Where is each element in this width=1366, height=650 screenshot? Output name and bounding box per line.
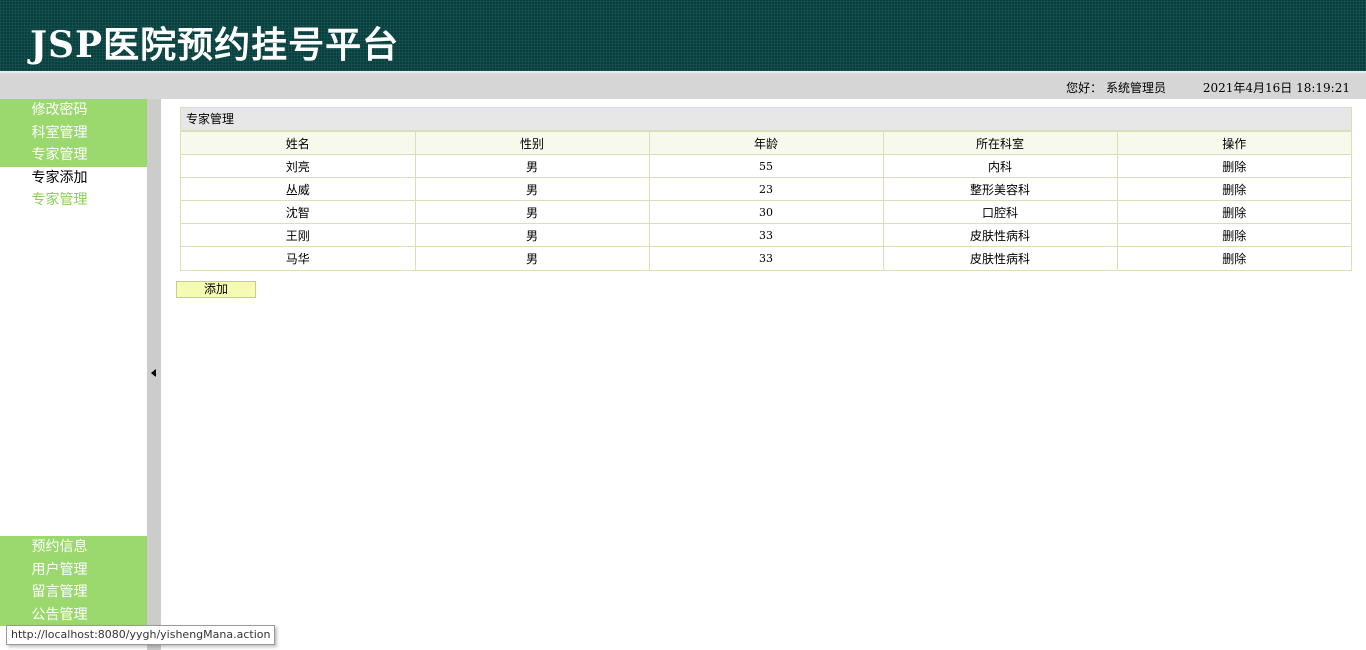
cell-age: 33 [648, 246, 884, 270]
cell-department: 皮肤性病科 [882, 223, 1118, 247]
table-row: 刘亮 男 55 内科 删除 [181, 154, 1351, 178]
cell-gender: 男 [414, 200, 650, 224]
cell-department: 整形美容科 [882, 177, 1118, 201]
current-datetime: 2021年4月16日 18:19:21 [1202, 81, 1350, 95]
panel-title: 专家管理 [181, 108, 1351, 131]
app-header: JSP医院预约挂号平台 [0, 0, 1366, 71]
expert-table: 姓名 性别 年龄 所在科室 操作 刘亮 男 55 内科 删除 丛威 男 23 整… [181, 131, 1351, 270]
sidebar-item-message-management[interactable]: 留言管理 [0, 581, 147, 604]
add-expert-button[interactable]: 添加 [176, 281, 256, 298]
sidebar: 修改密码 科室管理 专家管理 专家添加 专家管理 预约信息 用户管理 留言管理 … [0, 99, 147, 650]
sidebar-splitter[interactable] [147, 99, 161, 650]
cell-age: 55 [648, 154, 884, 178]
table-row: 马华 男 33 皮肤性病科 删除 [181, 246, 1351, 270]
sidebar-top-menu: 修改密码 科室管理 专家管理 [0, 99, 147, 167]
cell-name: 丛威 [181, 177, 416, 201]
cell-department: 皮肤性病科 [882, 246, 1118, 270]
app-title: JSP医院预约挂号平台 [30, 24, 400, 66]
column-header-department: 所在科室 [882, 131, 1118, 155]
delete-link[interactable]: 删除 [1116, 200, 1351, 224]
sidebar-item-user-management[interactable]: 用户管理 [0, 558, 147, 581]
column-header-age: 年龄 [648, 131, 884, 155]
cell-gender: 男 [414, 223, 650, 247]
expert-management-panel: 专家管理 姓名 性别 年龄 所在科室 操作 刘亮 男 55 内科 删除 丛威 男… [180, 107, 1352, 271]
cell-age: 30 [648, 200, 884, 224]
cell-name: 马华 [181, 246, 416, 270]
cell-department: 口腔科 [882, 200, 1118, 224]
sidebar-item-notice-management[interactable]: 公告管理 [0, 603, 147, 626]
collapse-arrow-icon[interactable] [151, 369, 156, 377]
delete-link[interactable]: 删除 [1116, 154, 1351, 178]
delete-link[interactable]: 删除 [1116, 223, 1351, 247]
column-header-name: 姓名 [181, 131, 416, 155]
cell-gender: 男 [414, 177, 650, 201]
table-header-row: 姓名 性别 年龄 所在科室 操作 [181, 131, 1351, 155]
sidebar-item-change-password[interactable]: 修改密码 [0, 99, 147, 122]
cell-name: 王刚 [181, 223, 416, 247]
delete-link[interactable]: 删除 [1116, 177, 1351, 201]
sidebar-item-expert-management[interactable]: 专家管理 [0, 144, 147, 167]
delete-link[interactable]: 删除 [1116, 246, 1351, 270]
table-row: 丛威 男 23 整形美容科 删除 [181, 177, 1351, 201]
cell-age: 33 [648, 223, 884, 247]
table-row: 沈智 男 30 口腔科 删除 [181, 200, 1351, 224]
submenu-item-manage-experts[interactable]: 专家管理 [0, 189, 147, 212]
cell-gender: 男 [414, 246, 650, 270]
expert-submenu: 专家添加 专家管理 [0, 167, 147, 212]
sidebar-item-appointments[interactable]: 预约信息 [0, 536, 147, 559]
sidebar-item-department-management[interactable]: 科室管理 [0, 121, 147, 144]
table-row: 王刚 男 33 皮肤性病科 删除 [181, 223, 1351, 247]
user-greeting: 您好： 系统管理员 [1066, 81, 1166, 95]
cell-department: 内科 [882, 154, 1118, 178]
cell-name: 沈智 [181, 200, 416, 224]
column-header-gender: 性别 [414, 131, 650, 155]
cell-gender: 男 [414, 154, 650, 178]
submenu-item-add-expert[interactable]: 专家添加 [0, 167, 147, 190]
info-bar: 您好： 系统管理员 2021年4月16日 18:19:21 [0, 71, 1366, 99]
status-bar-url: http://localhost:8080/yygh/yishengMana.a… [6, 625, 276, 645]
cell-name: 刘亮 [181, 154, 416, 178]
column-header-action: 操作 [1116, 131, 1351, 155]
sidebar-bottom-menu: 预约信息 用户管理 留言管理 公告管理 [0, 536, 147, 626]
cell-age: 23 [648, 177, 884, 201]
